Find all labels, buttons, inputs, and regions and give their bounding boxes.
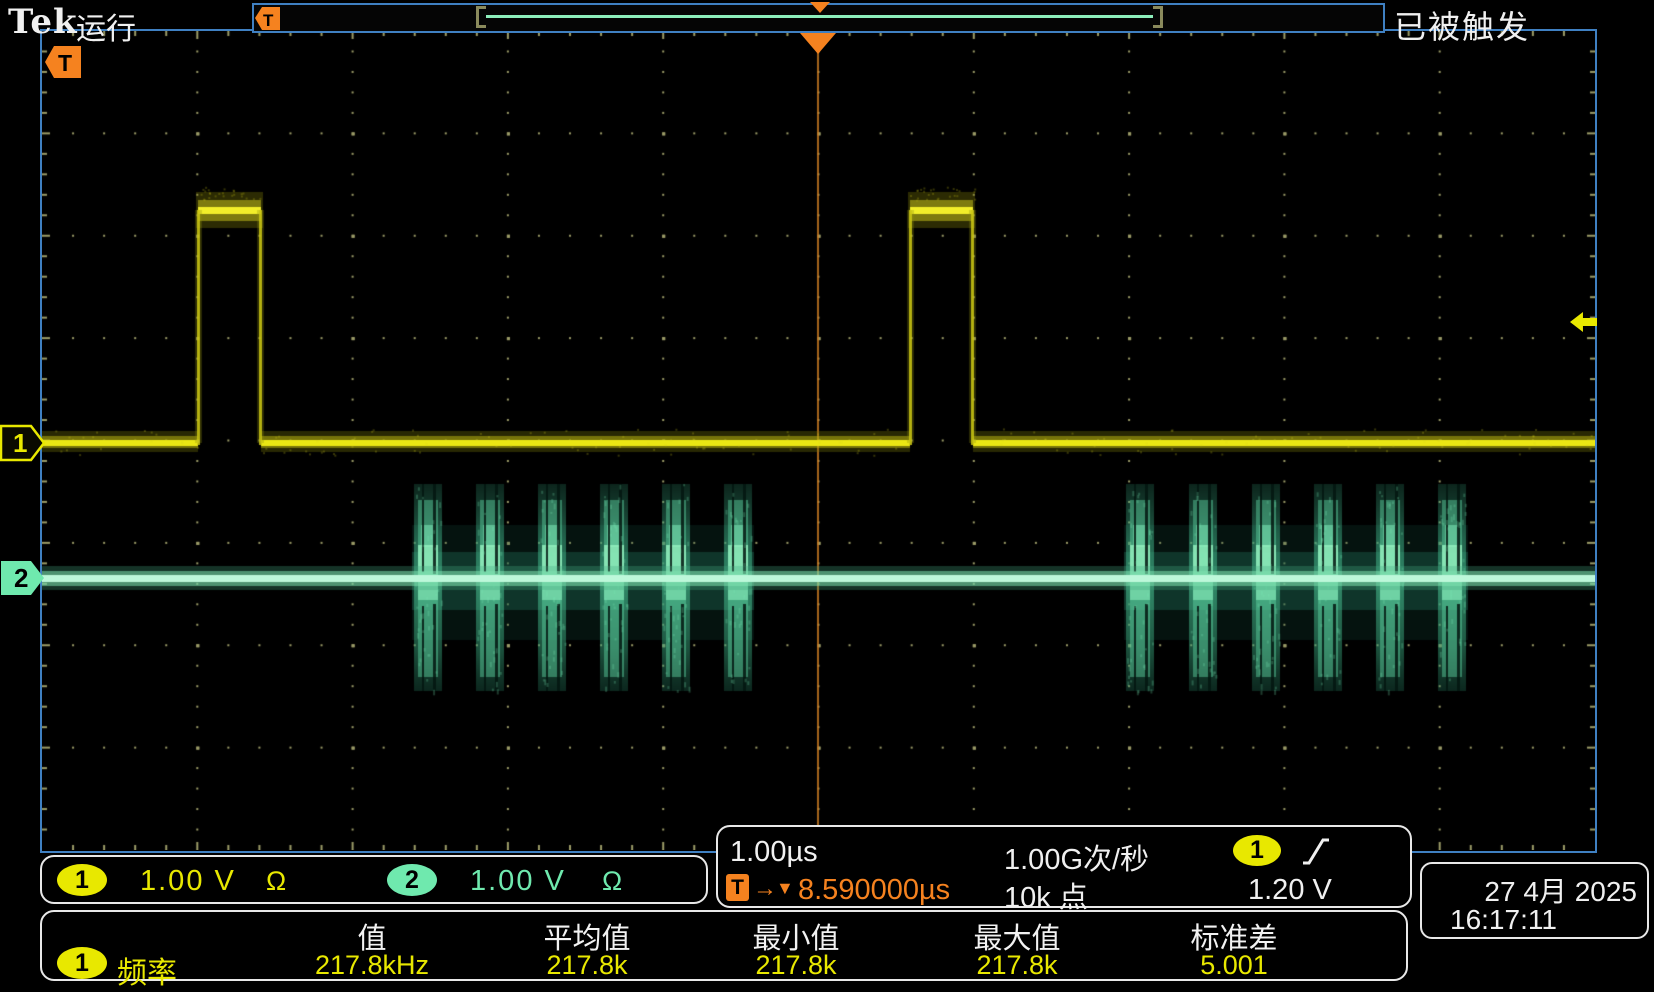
ch2-position-marker[interactable]: 2 [0, 559, 46, 597]
measurement-source-badge: 1 [57, 947, 107, 979]
sample-rate: 1.00G次/秒 [1004, 836, 1149, 878]
trigger-position-marker-icon[interactable] [800, 33, 836, 54]
measurement-mean: 217.8k [477, 950, 697, 981]
trigger-t-marker-icon[interactable]: T [44, 45, 82, 79]
waveform-display [42, 31, 1595, 850]
window-right-bracket[interactable] [1153, 6, 1163, 28]
datetime-box: 27 4月 2025 16:17:11 [1420, 862, 1649, 939]
time-readout: 16:17:11 [1450, 904, 1557, 936]
svg-text:2: 2 [14, 563, 28, 593]
trigger-marker-icon: ▼ [776, 878, 794, 899]
trigger-level-readout: 1.20 V [1248, 874, 1332, 907]
record-bar-trigger-position-icon[interactable] [810, 2, 830, 13]
svg-text:T: T [58, 50, 72, 76]
trigger-t-icon: T [726, 874, 749, 901]
time-per-div: 1.00µs [730, 836, 818, 869]
measurement-value: 217.8kHz [262, 950, 482, 981]
trigger-arrow-icon: → [753, 875, 777, 903]
ch2-scale: 1.00 V [470, 865, 566, 898]
measurement-max: 217.8k [907, 950, 1127, 981]
trigger-status: 已被触发 [1394, 2, 1530, 48]
trigger-position-readout: 8.590000µs [798, 874, 950, 907]
record-waveform-line [486, 15, 1153, 18]
ch1-scale: 1.00 V [140, 865, 236, 898]
rising-slope-icon [1301, 836, 1331, 866]
svg-text:T: T [263, 11, 274, 30]
measurement-name: 频率 [117, 948, 177, 992]
record-bar-trigger-t-icon[interactable]: T [254, 6, 281, 31]
ch2-badge[interactable]: 2 [387, 864, 437, 896]
measurement-stdev: 5.001 [1124, 950, 1344, 981]
measurement-min: 217.8k [686, 950, 906, 981]
ch1-badge[interactable]: 1 [57, 864, 107, 896]
channel-readout-box: 1 1.00 V Ω 2 1.00 V Ω [40, 855, 708, 904]
timebase-trigger-box: 1.00µs 1.00G次/秒 1 T → ▼ 8.590000µs 10k 点… [716, 825, 1412, 908]
acquisition-status: 运行 [76, 4, 136, 48]
ch1-position-marker[interactable]: 1 [0, 424, 46, 462]
measurement-box: 1 频率 值 平均值 最小值 最大值 标准差 217.8kHz 217.8k 2… [40, 910, 1408, 981]
tek-logo: Tek [8, 2, 78, 42]
ch1-impedance: Ω [266, 866, 286, 897]
ch2-impedance: Ω [602, 866, 622, 897]
trigger-source-badge: 1 [1233, 835, 1281, 866]
svg-text:1: 1 [13, 428, 27, 458]
window-left-bracket[interactable] [476, 6, 486, 28]
